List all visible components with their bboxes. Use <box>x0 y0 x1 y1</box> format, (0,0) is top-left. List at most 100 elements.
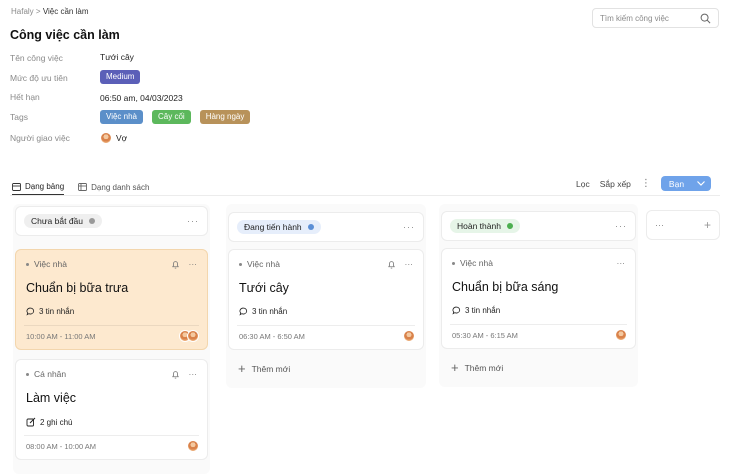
tab-list-view[interactable]: Dạng danh sách <box>78 182 149 195</box>
list-view-icon <box>78 183 88 191</box>
card-time: 08:00 AM - 10:00 AM <box>26 442 97 451</box>
card-category: Việc nhà <box>247 259 280 269</box>
search-box[interactable] <box>592 8 719 28</box>
sort-button[interactable]: Sắp xếp <box>600 179 631 189</box>
column-done: Hoàn thành ··· Việc nhà ··· Chuẩn bị bữa… <box>439 204 638 387</box>
status-badge[interactable]: Chưa bắt đầu <box>24 214 103 228</box>
card-category: Cá nhân <box>34 369 67 379</box>
column-menu-icon[interactable]: ··· <box>403 222 415 232</box>
avatar <box>403 330 415 342</box>
status-badge[interactable]: Đang tiến hành <box>237 220 321 234</box>
column-in-progress: Đang tiến hành ··· Việc nhà ··· Tưới cây… <box>226 204 426 388</box>
status-label: Hoàn thành <box>457 221 501 231</box>
card-menu-icon[interactable]: ··· <box>405 259 414 269</box>
page-title: Công việc cần làm <box>10 28 120 42</box>
card-meta-text: 3 tin nhắn <box>39 307 75 316</box>
task-card[interactable]: Việc nhà ··· Tưới cây 3 tin nhắn 06:30 A… <box>228 249 424 350</box>
breadcrumb: Hafaly > Việc cần làm <box>11 7 88 16</box>
column-menu-icon[interactable]: ··· <box>655 220 664 230</box>
avatar <box>100 132 112 144</box>
column-header: Hoàn thành ··· <box>441 211 636 241</box>
add-new-button[interactable]: + Thêm mới <box>451 360 504 375</box>
tags-label: Tags <box>10 112 28 122</box>
assigner[interactable]: Vợ <box>100 132 127 144</box>
tag-hang-ngay[interactable]: Hàng ngày <box>199 110 251 124</box>
add-new-label: Thêm mới <box>251 364 291 374</box>
card-header: Việc nhà ··· <box>239 259 413 269</box>
plus-icon: + <box>238 361 246 376</box>
add-new-label: Thêm mới <box>464 363 504 373</box>
card-menu-icon[interactable]: ··· <box>189 369 198 379</box>
status-dot <box>307 224 314 230</box>
divider <box>24 435 199 436</box>
add-column-plus-icon[interactable]: + <box>704 218 711 232</box>
task-card[interactable]: Việc nhà ··· Chuẩn bị bữa sáng 3 tin nhắ… <box>441 248 636 349</box>
column-menu-icon[interactable]: ··· <box>615 221 627 231</box>
status-badge[interactable]: Hoàn thành <box>450 219 520 233</box>
user-select-label: Bạn <box>668 178 685 189</box>
breadcrumb-current: Việc cần làm <box>42 7 89 16</box>
chat-icon <box>26 307 35 316</box>
card-time: 05:30 AM - 6:15 AM <box>452 331 518 340</box>
tab-board-view[interactable]: Dạng bảng <box>12 182 65 195</box>
card-meta-text: 3 tin nhắn <box>252 307 288 316</box>
card-meta[interactable]: 3 tin nhắn <box>239 307 287 316</box>
column-not-started: Chưa bắt đầu ··· Việc nhà ··· Chuẩn bị b… <box>13 204 210 474</box>
search-icon[interactable] <box>700 13 711 24</box>
card-header: Việc nhà ··· <box>452 258 625 268</box>
avatar-group[interactable] <box>403 330 415 342</box>
card-title: Chuẩn bị bữa sáng <box>452 280 559 294</box>
bell-icon[interactable] <box>171 370 180 379</box>
board-view-icon <box>12 182 21 191</box>
tag-viec-nha[interactable]: Việc nhà <box>100 110 143 124</box>
chat-icon <box>452 306 461 315</box>
avatar-group[interactable] <box>615 329 627 341</box>
status-label: Đang tiến hành <box>244 222 302 232</box>
deadline-label: Hết hạn <box>10 92 40 102</box>
card-time: 10:00 AM - 11:00 AM <box>26 332 96 341</box>
bullet-icon <box>26 372 29 376</box>
status-label: Chưa bắt đầu <box>31 216 84 226</box>
avatar <box>615 329 627 341</box>
assigner-field: Vợ <box>100 132 127 144</box>
card-title: Tưới cây <box>239 281 289 295</box>
bell-icon[interactable] <box>387 260 396 269</box>
view-tabs: Dạng bảng Dạng danh sách <box>12 182 149 195</box>
card-title: Làm việc <box>26 391 77 405</box>
task-card[interactable]: Cá nhân ··· Làm việc 2 ghi chú 08:00 AM … <box>15 359 208 460</box>
card-menu-icon[interactable]: ··· <box>189 259 198 269</box>
divider <box>450 324 627 325</box>
assigner-name: Vợ <box>116 133 128 143</box>
avatar <box>187 440 199 452</box>
assigner-label: Người giao việc <box>10 133 70 143</box>
card-meta[interactable]: 2 ghi chú <box>26 417 72 427</box>
priority-label: Mức độ ưu tiên <box>10 73 68 83</box>
breadcrumb-separator: > <box>35 7 41 16</box>
add-new-button[interactable]: + Thêm mới <box>238 361 291 376</box>
filter-button[interactable]: Lọc <box>576 179 590 189</box>
avatar-group[interactable] <box>179 330 199 342</box>
card-meta[interactable]: 3 tin nhắn <box>26 307 74 316</box>
search-input[interactable] <box>600 13 696 23</box>
task-card[interactable]: Việc nhà ··· Chuẩn bị bữa trưa 3 tin nhắ… <box>15 249 208 350</box>
more-options-icon[interactable]: ⋮ <box>641 178 651 189</box>
card-category: Việc nhà <box>460 258 493 268</box>
column-menu-icon[interactable]: ··· <box>187 216 199 226</box>
avatar-group[interactable] <box>187 440 199 452</box>
bell-icon[interactable] <box>171 260 180 269</box>
edit-icon <box>26 417 36 427</box>
user-select-button[interactable]: Bạn <box>660 176 711 191</box>
card-meta[interactable]: 3 tin nhắn <box>452 306 500 315</box>
board-toolbar: Lọc Sắp xếp ⋮ Bạn <box>576 176 711 191</box>
plus-icon: + <box>451 360 459 375</box>
task-name-label: Tên công việc <box>10 53 63 63</box>
card-header: Cá nhân ··· <box>26 369 197 379</box>
chat-icon <box>239 307 248 316</box>
priority-badge[interactable]: Medium <box>100 70 141 84</box>
chevron-down-icon <box>696 181 705 186</box>
breadcrumb-root[interactable]: Hafaly <box>11 7 34 16</box>
divider <box>10 195 720 196</box>
tag-cay-coi[interactable]: Cây cối <box>152 110 191 124</box>
status-dot <box>506 223 513 229</box>
card-menu-icon[interactable]: ··· <box>617 258 626 268</box>
